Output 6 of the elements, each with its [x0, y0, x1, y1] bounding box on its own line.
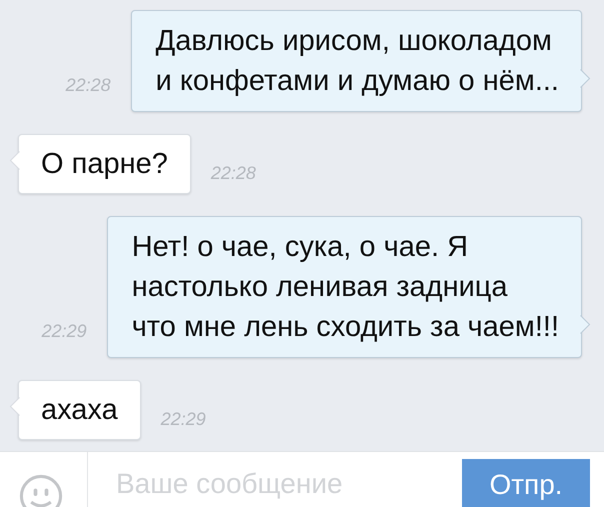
bubble-tail — [580, 69, 591, 89]
bubble-tail — [580, 315, 591, 335]
bubble-tail — [9, 151, 20, 171]
send-button[interactable]: Отпр. — [462, 459, 590, 507]
smiley-icon[interactable] — [19, 474, 63, 507]
bubble-tail — [9, 397, 20, 417]
